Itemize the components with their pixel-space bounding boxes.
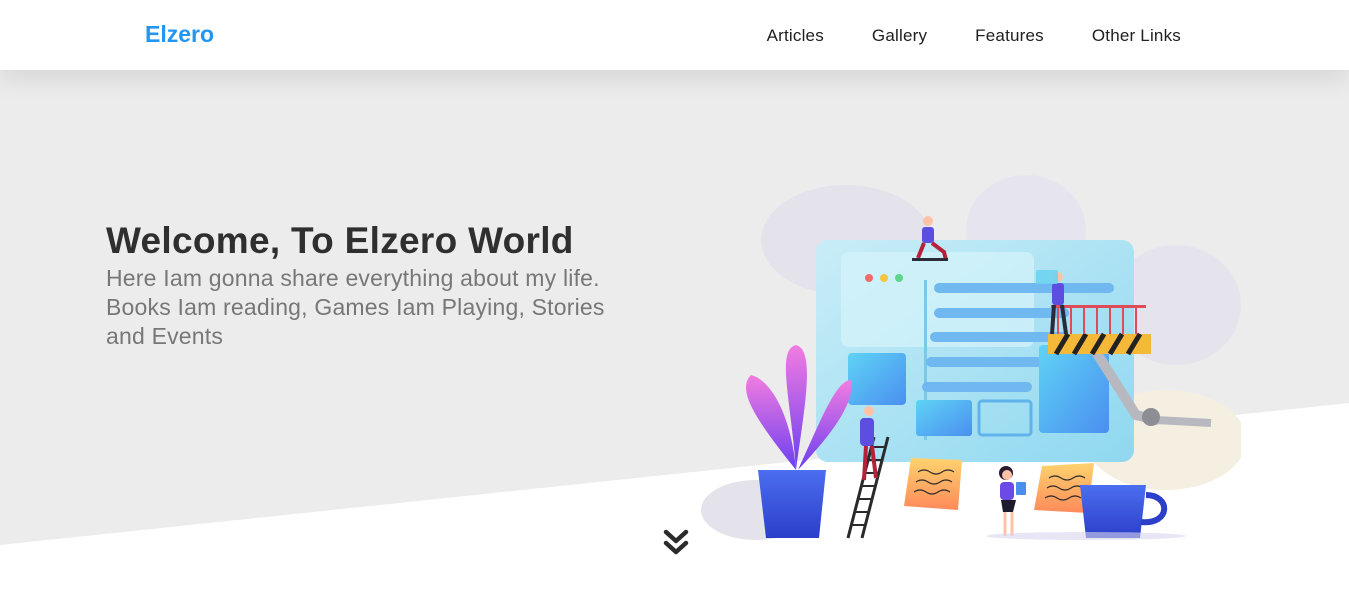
- hero-description: Here Iam gonna share everything about my…: [106, 265, 605, 349]
- nav-link-gallery[interactable]: Gallery: [848, 0, 951, 70]
- nav-link-other-links[interactable]: Other Links: [1068, 0, 1181, 70]
- nav-link-articles[interactable]: Articles: [743, 0, 848, 70]
- hero-text: Welcome, To Elzero World Here Iam gonna …: [106, 218, 606, 351]
- hero-section: Welcome, To Elzero World Here Iam gonna …: [0, 70, 1349, 614]
- main-nav: Articles Gallery Features Other Links: [743, 0, 1181, 70]
- nav-link-features[interactable]: Features: [951, 0, 1068, 70]
- double-chevron-down-icon[interactable]: [661, 527, 691, 559]
- site-header: Elzero Articles Gallery Features Other L…: [0, 0, 1349, 70]
- hero-title: Welcome, To Elzero World: [106, 220, 574, 261]
- hero-illustration: [701, 175, 1241, 540]
- logo-link[interactable]: Elzero: [145, 21, 214, 48]
